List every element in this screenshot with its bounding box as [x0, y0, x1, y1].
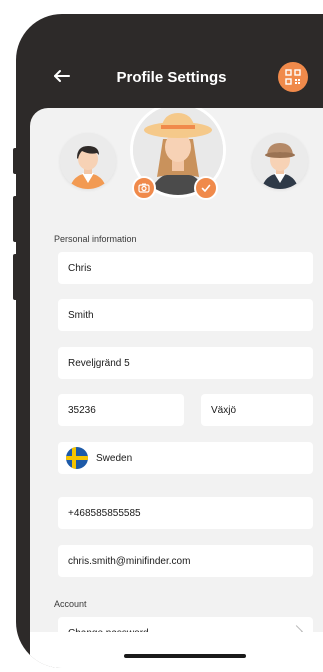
- camera-icon: [138, 183, 150, 193]
- bottom-bar: [30, 632, 323, 668]
- avatar-option-left[interactable]: [60, 133, 116, 189]
- selected-badge: [194, 176, 218, 200]
- avatar-man-detective-hat-icon: [252, 133, 308, 189]
- last-name-field[interactable]: Smith: [58, 299, 313, 331]
- avatar-selector: [30, 108, 323, 218]
- street-address-field[interactable]: Reveljgränd 5: [58, 347, 313, 379]
- sweden-flag-icon: [66, 447, 88, 469]
- personal-information-label: Personal information: [54, 234, 137, 244]
- check-icon: [201, 184, 211, 192]
- avatar-option-right[interactable]: [252, 133, 308, 189]
- postal-code-field[interactable]: 35236: [58, 394, 184, 426]
- country-value: Sweden: [96, 452, 133, 464]
- page-title: Profile Settings: [116, 69, 227, 86]
- phone-frame: Profile Settings Personal information Ch…: [16, 14, 323, 668]
- avatar-man-dark-hair-icon: [60, 133, 116, 189]
- qr-code-button[interactable]: [278, 62, 308, 92]
- country-field[interactable]: Sweden: [58, 442, 313, 474]
- profile-content: Personal information Chris Smith Reveljg…: [30, 108, 323, 668]
- city-field[interactable]: Växjö: [201, 394, 313, 426]
- phone-field[interactable]: +468585855585: [58, 497, 313, 529]
- header: Profile Settings: [16, 14, 323, 114]
- first-name-field[interactable]: Chris: [58, 252, 313, 284]
- qr-code-icon: [285, 69, 301, 85]
- account-label: Account: [54, 599, 87, 609]
- home-indicator: [124, 654, 246, 658]
- email-field[interactable]: chris.smith@minifinder.com: [58, 545, 313, 577]
- camera-badge[interactable]: [132, 176, 156, 200]
